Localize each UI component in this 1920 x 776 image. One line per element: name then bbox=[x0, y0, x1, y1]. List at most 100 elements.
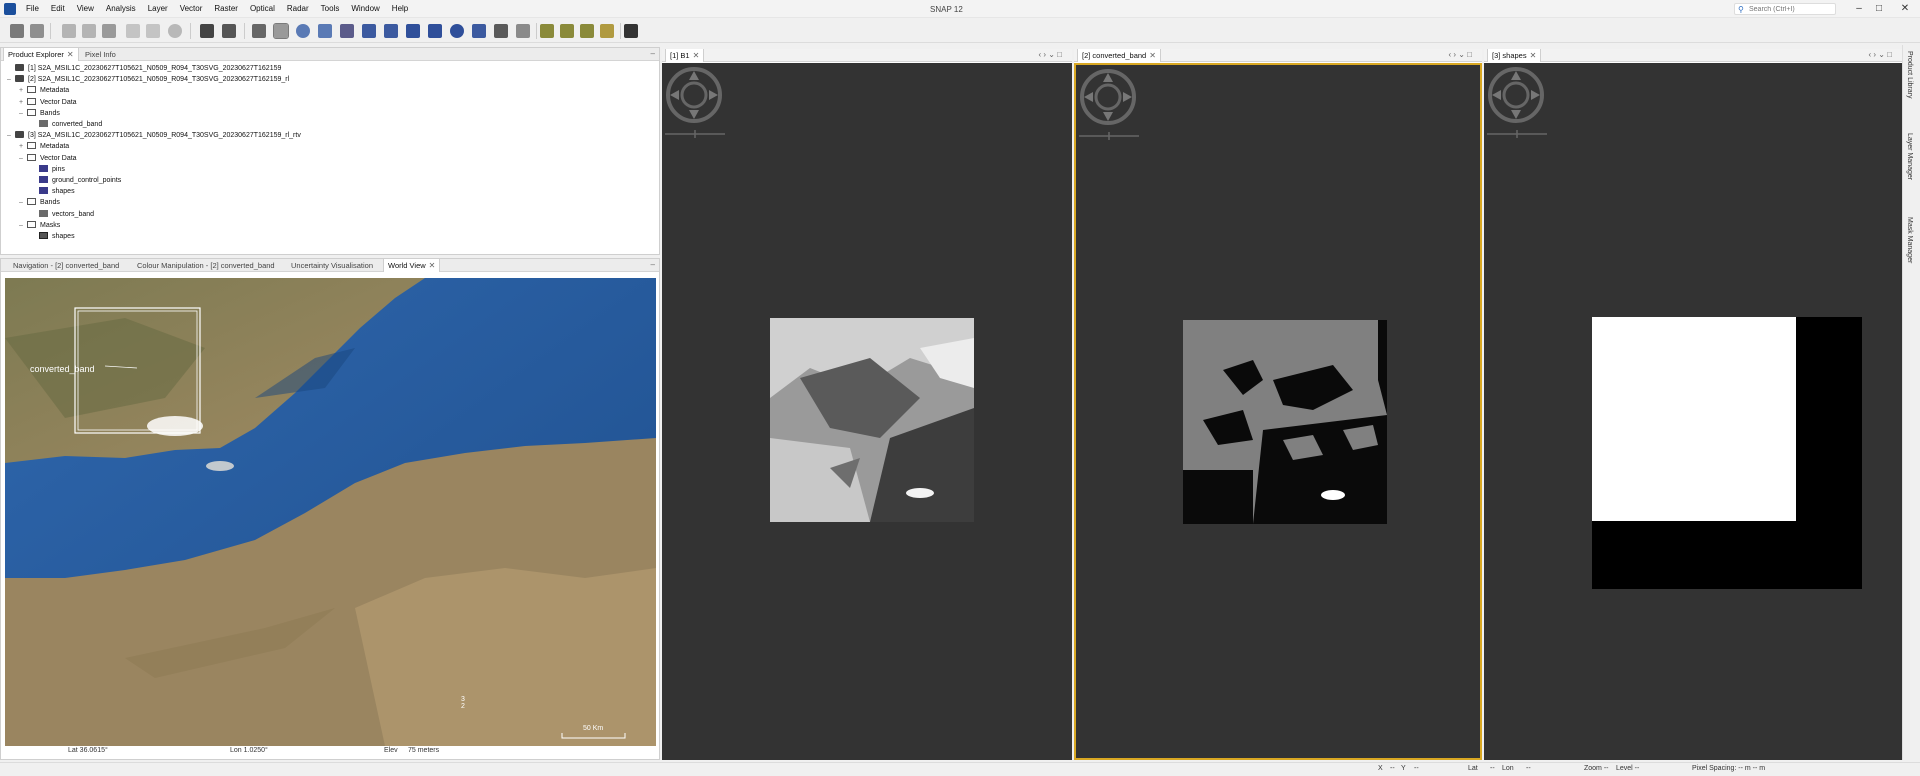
range-finder-icon[interactable] bbox=[494, 24, 508, 38]
tree-node[interactable]: + Vector Data bbox=[19, 97, 77, 108]
tile-horizontally-icon[interactable] bbox=[560, 24, 574, 38]
panel-minimize-icon[interactable]: – bbox=[651, 49, 655, 58]
polyline-tool-icon[interactable] bbox=[384, 24, 398, 38]
select-tool-icon[interactable] bbox=[252, 24, 266, 38]
menu-help[interactable]: Help bbox=[386, 0, 414, 18]
zoom-slider[interactable] bbox=[665, 130, 725, 138]
tree-expander-icon[interactable]: + bbox=[19, 97, 27, 108]
image-canvas[interactable] bbox=[1484, 63, 1902, 760]
tree-node[interactable]: – [2] S2A_MSIL1C_20230627T105621_N0509_R0… bbox=[7, 74, 289, 85]
rectangle-tool-icon[interactable] bbox=[406, 24, 420, 38]
tree-node[interactable]: ground_control_points bbox=[31, 175, 121, 186]
tab-nav-icon[interactable]: ‹ › ⌄ □ bbox=[1038, 50, 1062, 59]
snap-app-icon[interactable] bbox=[4, 3, 16, 15]
sync-cursor-icon[interactable] bbox=[146, 24, 160, 38]
tree-expander-icon[interactable]: + bbox=[19, 141, 27, 152]
zoom-slider[interactable] bbox=[1079, 132, 1139, 140]
save-product-icon[interactable] bbox=[30, 24, 44, 38]
image-canvas[interactable] bbox=[662, 63, 1072, 760]
search-input[interactable] bbox=[1749, 5, 1833, 14]
tree-expander-icon[interactable]: – bbox=[19, 108, 27, 119]
navigation-control-icon[interactable] bbox=[665, 66, 723, 124]
close-icon[interactable]: ✕ bbox=[1896, 2, 1914, 16]
menu-optical[interactable]: Optical bbox=[244, 0, 281, 18]
globe-icon[interactable] bbox=[168, 24, 182, 38]
tree-node[interactable]: pins bbox=[31, 164, 65, 175]
menu-view[interactable]: View bbox=[71, 0, 100, 18]
tab-navigation[interactable]: Navigation - [2] converted_band bbox=[9, 259, 123, 272]
tab-image-shapes[interactable]: [3] shapes ✕ bbox=[1487, 49, 1542, 62]
magic-wand-icon[interactable] bbox=[472, 24, 486, 38]
tab-product-explorer[interactable]: Product Explorer ✕ bbox=[3, 48, 79, 61]
tile-single-icon[interactable] bbox=[600, 24, 614, 38]
tree-node[interactable]: + Metadata bbox=[19, 85, 69, 96]
search-box[interactable]: ⚲ bbox=[1734, 3, 1836, 15]
gcp-tool-icon[interactable] bbox=[340, 24, 354, 38]
batch-processing-icon[interactable] bbox=[222, 24, 236, 38]
maximize-icon[interactable]: □ bbox=[1870, 2, 1888, 16]
line-tool-icon[interactable] bbox=[362, 24, 376, 38]
menu-layer[interactable]: Layer bbox=[142, 0, 174, 18]
tab-image-b1[interactable]: [1] B1 ✕ bbox=[665, 49, 705, 62]
tree-expander-icon[interactable]: – bbox=[7, 74, 15, 85]
tree-node[interactable]: – Vector Data bbox=[19, 153, 77, 164]
tab-nav-icon[interactable]: ‹ › ⌄ □ bbox=[1868, 50, 1892, 59]
menu-window[interactable]: Window bbox=[345, 0, 385, 18]
tree-node[interactable]: shapes bbox=[31, 231, 75, 242]
navigation-control-icon[interactable] bbox=[1079, 68, 1137, 126]
tree-node[interactable]: converted_band bbox=[31, 119, 102, 130]
menu-radar[interactable]: Radar bbox=[281, 0, 315, 18]
tab-image-converted-band[interactable]: [2] converted_band ✕ bbox=[1077, 49, 1161, 62]
world-view-map[interactable]: converted_band 50 Km 3 2 bbox=[5, 278, 656, 746]
zoom-slider[interactable] bbox=[1487, 130, 1547, 138]
menu-analysis[interactable]: Analysis bbox=[100, 0, 142, 18]
menu-tools[interactable]: Tools bbox=[315, 0, 346, 18]
menu-vector[interactable]: Vector bbox=[174, 0, 209, 18]
tree-node[interactable]: – Bands bbox=[19, 108, 60, 119]
menu-file[interactable]: File bbox=[20, 0, 45, 18]
tab-colour-manipulation[interactable]: Colour Manipulation - [2] converted_band bbox=[133, 259, 279, 272]
menu-raster[interactable]: Raster bbox=[208, 0, 244, 18]
tree-expander-icon[interactable]: – bbox=[19, 153, 27, 164]
panel-minimize-icon[interactable]: – bbox=[651, 260, 655, 269]
band-maths-icon[interactable] bbox=[62, 24, 76, 38]
tab-pixel-info[interactable]: Pixel Info bbox=[81, 48, 120, 61]
graph-builder-icon[interactable] bbox=[200, 24, 214, 38]
open-product-icon[interactable] bbox=[10, 24, 24, 38]
minimize-icon[interactable]: – bbox=[1850, 2, 1868, 16]
tree-node[interactable]: – Masks bbox=[19, 220, 60, 231]
tab-world-view[interactable]: World View ✕ bbox=[383, 259, 441, 272]
tree-node[interactable]: – [3] S2A_MSIL1C_20230627T105621_N0509_R0… bbox=[7, 130, 301, 141]
subset-icon[interactable] bbox=[82, 24, 96, 38]
navigation-control-icon[interactable] bbox=[1487, 66, 1545, 124]
tree-node[interactable]: – Bands bbox=[19, 197, 60, 208]
tab-uncertainty-visualisation[interactable]: Uncertainty Visualisation bbox=[287, 259, 377, 272]
menu-edit[interactable]: Edit bbox=[45, 0, 71, 18]
tab-mask-manager[interactable]: Mask Manager bbox=[1906, 217, 1913, 263]
pan-tool-icon[interactable] bbox=[273, 23, 289, 39]
ellipse-tool-icon[interactable] bbox=[450, 24, 464, 38]
world-map-svg[interactable]: converted_band 50 Km 3 2 bbox=[5, 278, 656, 746]
tree-node[interactable]: vectors_band bbox=[31, 209, 94, 220]
tile-evenly-icon[interactable] bbox=[540, 24, 554, 38]
tree-node[interactable]: + Metadata bbox=[19, 141, 69, 152]
measure-icon[interactable] bbox=[516, 24, 530, 38]
screenshot-icon[interactable] bbox=[624, 24, 638, 38]
tree-expander-icon[interactable]: – bbox=[7, 130, 15, 141]
pin-tool-icon[interactable] bbox=[318, 24, 332, 38]
tab-layer-manager[interactable]: Layer Manager bbox=[1906, 133, 1913, 180]
tool-panel-tabstrip: Navigation - [2] converted_band Colour M… bbox=[1, 259, 659, 272]
tree-node[interactable]: [1] S2A_MSIL1C_20230627T105621_N0509_R09… bbox=[7, 63, 281, 74]
grid-icon[interactable] bbox=[102, 24, 116, 38]
polygon-tool-icon[interactable] bbox=[428, 24, 442, 38]
tab-nav-icon[interactable]: ‹ › ⌄ □ bbox=[1448, 50, 1472, 59]
tree-expander-icon[interactable]: – bbox=[19, 197, 27, 208]
image-canvas[interactable] bbox=[1074, 63, 1482, 760]
zoom-tool-icon[interactable] bbox=[296, 24, 310, 38]
tile-vertically-icon[interactable] bbox=[580, 24, 594, 38]
sync-views-icon[interactable] bbox=[126, 24, 140, 38]
tab-product-library[interactable]: Product Library bbox=[1906, 51, 1913, 98]
tree-expander-icon[interactable]: – bbox=[19, 220, 27, 231]
tree-expander-icon[interactable]: + bbox=[19, 85, 27, 96]
tree-node[interactable]: shapes bbox=[31, 186, 75, 197]
